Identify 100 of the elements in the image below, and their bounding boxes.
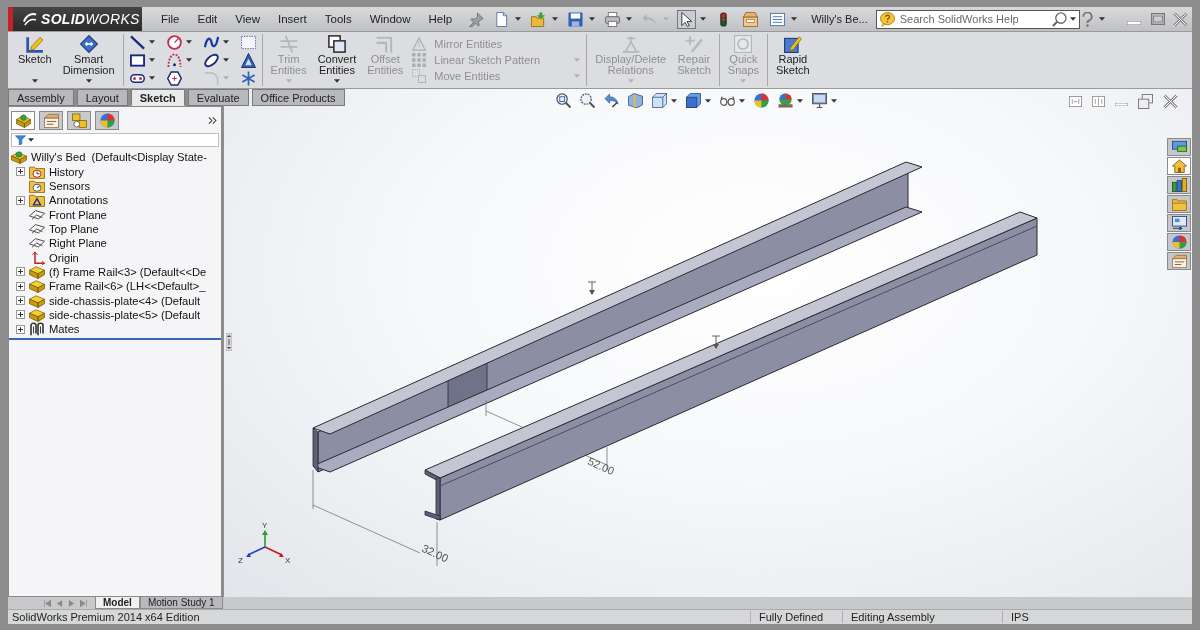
caret-icon[interactable] [1099,17,1105,21]
sketch-tool-button[interactable] [240,52,256,68]
caret-icon[interactable] [791,17,798,21]
toolbar-button[interactable] [741,9,761,29]
search-field[interactable]: Search SolidWorks Help [897,11,1049,27]
menu-item[interactable]: Insert [269,11,316,27]
tree-item-label[interactable]: (f) Frame Rail<3> (Default<<De [49,265,207,278]
sketch-tool-button[interactable] [166,52,182,68]
caret-icon[interactable] [185,58,192,62]
caret-icon[interactable] [831,98,837,103]
expand-plus-icon[interactable] [16,167,25,176]
expand-plus-icon[interactable] [16,267,25,277]
ribbon-tab[interactable]: Office Products [251,89,345,106]
ribbon-tab[interactable]: Sketch [130,89,185,106]
filter-field[interactable] [11,133,219,147]
tree-item-label[interactable]: Origin [49,251,79,264]
task-pane-tab[interactable] [1167,252,1191,270]
sketch-tool-button[interactable] [166,70,182,86]
close-icon[interactable] [1173,11,1188,27]
caret-icon[interactable] [185,40,192,44]
caret-icon[interactable] [28,138,34,142]
shaded-cube-icon[interactable] [686,93,701,108]
menu-item[interactable]: Tools [315,11,361,27]
ribbon-button[interactable]: Convert Entities [315,34,359,86]
tree-item-label[interactable]: Right Plane [49,237,107,250]
expand-plus-icon[interactable] [16,310,25,320]
previous-view-icon[interactable] [604,93,619,108]
tree-item-label[interactable]: side-chassis-plate<5> (Default [49,308,201,321]
ribbon-tab[interactable]: Evaluate [187,89,249,106]
toolbar-button[interactable] [603,9,623,29]
ribbon-tab[interactable]: Assembly [8,89,74,106]
glasses-icon[interactable] [720,95,735,106]
task-pane-tab[interactable] [1167,233,1191,251]
menu-item[interactable]: View [226,11,270,27]
section-view-icon[interactable] [628,93,643,108]
restore-icon[interactable] [1138,94,1153,109]
panel-tab[interactable] [67,110,91,130]
caret-icon[interactable] [148,40,155,44]
toolbar-button[interactable] [677,9,697,29]
search-box[interactable]: Search SolidWorks Help [875,9,1080,29]
maximize-icon[interactable] [1151,13,1165,25]
caret-icon[interactable] [739,98,745,103]
tree-item-label[interactable]: Top Plane [49,222,99,235]
tree-item-label[interactable]: Willy's Bed (Default<Display State- [31,151,207,164]
menu-item[interactable]: Help [419,11,462,27]
sketch-tool-button[interactable] [129,52,145,68]
toolbar-button[interactable] [566,9,586,29]
task-pane-tab[interactable] [1167,157,1191,175]
tree-item-label[interactable]: Frame Rail<6> (LH<<Default>_ [49,280,206,293]
caret-icon[interactable] [148,58,155,62]
expand-plus-icon[interactable] [16,324,25,334]
tree-item-label[interactable]: Mates [49,323,80,336]
pushpin-icon[interactable] [469,11,485,27]
caret-icon[interactable] [589,17,596,21]
document-tab[interactable]: Motion Study 1 [139,597,223,609]
split-view-icon[interactable] [1092,96,1105,107]
tree-item-label[interactable]: Annotations [49,194,109,207]
menu-item[interactable]: File [151,11,189,27]
view-cube-icon[interactable] [652,93,667,108]
task-pane-tab[interactable] [1167,214,1191,232]
caret-icon[interactable] [333,79,340,83]
caret-icon[interactable] [797,98,803,103]
sketch-tool-button[interactable] [203,34,219,50]
panel-tab[interactable] [39,110,63,130]
panel-tab[interactable] [11,110,35,130]
ribbon-button[interactable]: Sketch [16,34,54,86]
caret-icon[interactable] [705,98,711,103]
sketch-tool-button[interactable] [203,52,219,68]
scene-icon[interactable] [778,93,793,108]
minimize-icon[interactable] [1127,21,1141,25]
tree-item-label[interactable]: side-chassis-plate<4> (Default [49,294,201,307]
caret-icon[interactable] [671,98,677,103]
task-pane-tab[interactable] [1167,138,1191,156]
zoom-fit-icon[interactable] [556,93,571,108]
splitter-handle-icon[interactable] [226,333,232,351]
double-chevron-icon[interactable] [208,115,217,125]
tree-item-label[interactable]: Front Plane [49,208,107,221]
menu-item[interactable]: Edit [188,11,227,27]
caret-icon[interactable] [222,40,229,44]
caret-icon[interactable] [700,17,707,21]
menu-item[interactable]: Window [360,11,420,27]
caret-icon[interactable] [515,17,522,21]
color-ball-icon[interactable] [754,93,769,108]
ribbon-tab[interactable]: Layout [76,89,128,106]
sketch-tool-button[interactable] [166,34,182,50]
close-icon[interactable] [1163,94,1178,109]
document-tab[interactable]: Model [95,597,140,609]
task-pane-tab[interactable] [1167,176,1191,194]
split-view-icon[interactable] [1069,96,1082,107]
expand-plus-icon[interactable] [16,281,25,291]
monitor-icon[interactable] [812,93,827,108]
panel-tab[interactable] [95,110,119,130]
caret-icon[interactable] [148,76,155,80]
caret-icon[interactable] [31,79,38,83]
expand-plus-icon[interactable] [16,195,25,205]
caret-icon[interactable] [222,58,229,62]
filter-funnel-icon[interactable] [15,135,26,145]
caret-icon[interactable] [1070,17,1076,21]
caret-icon[interactable] [626,17,633,21]
sketch-tool-button[interactable] [129,34,145,50]
